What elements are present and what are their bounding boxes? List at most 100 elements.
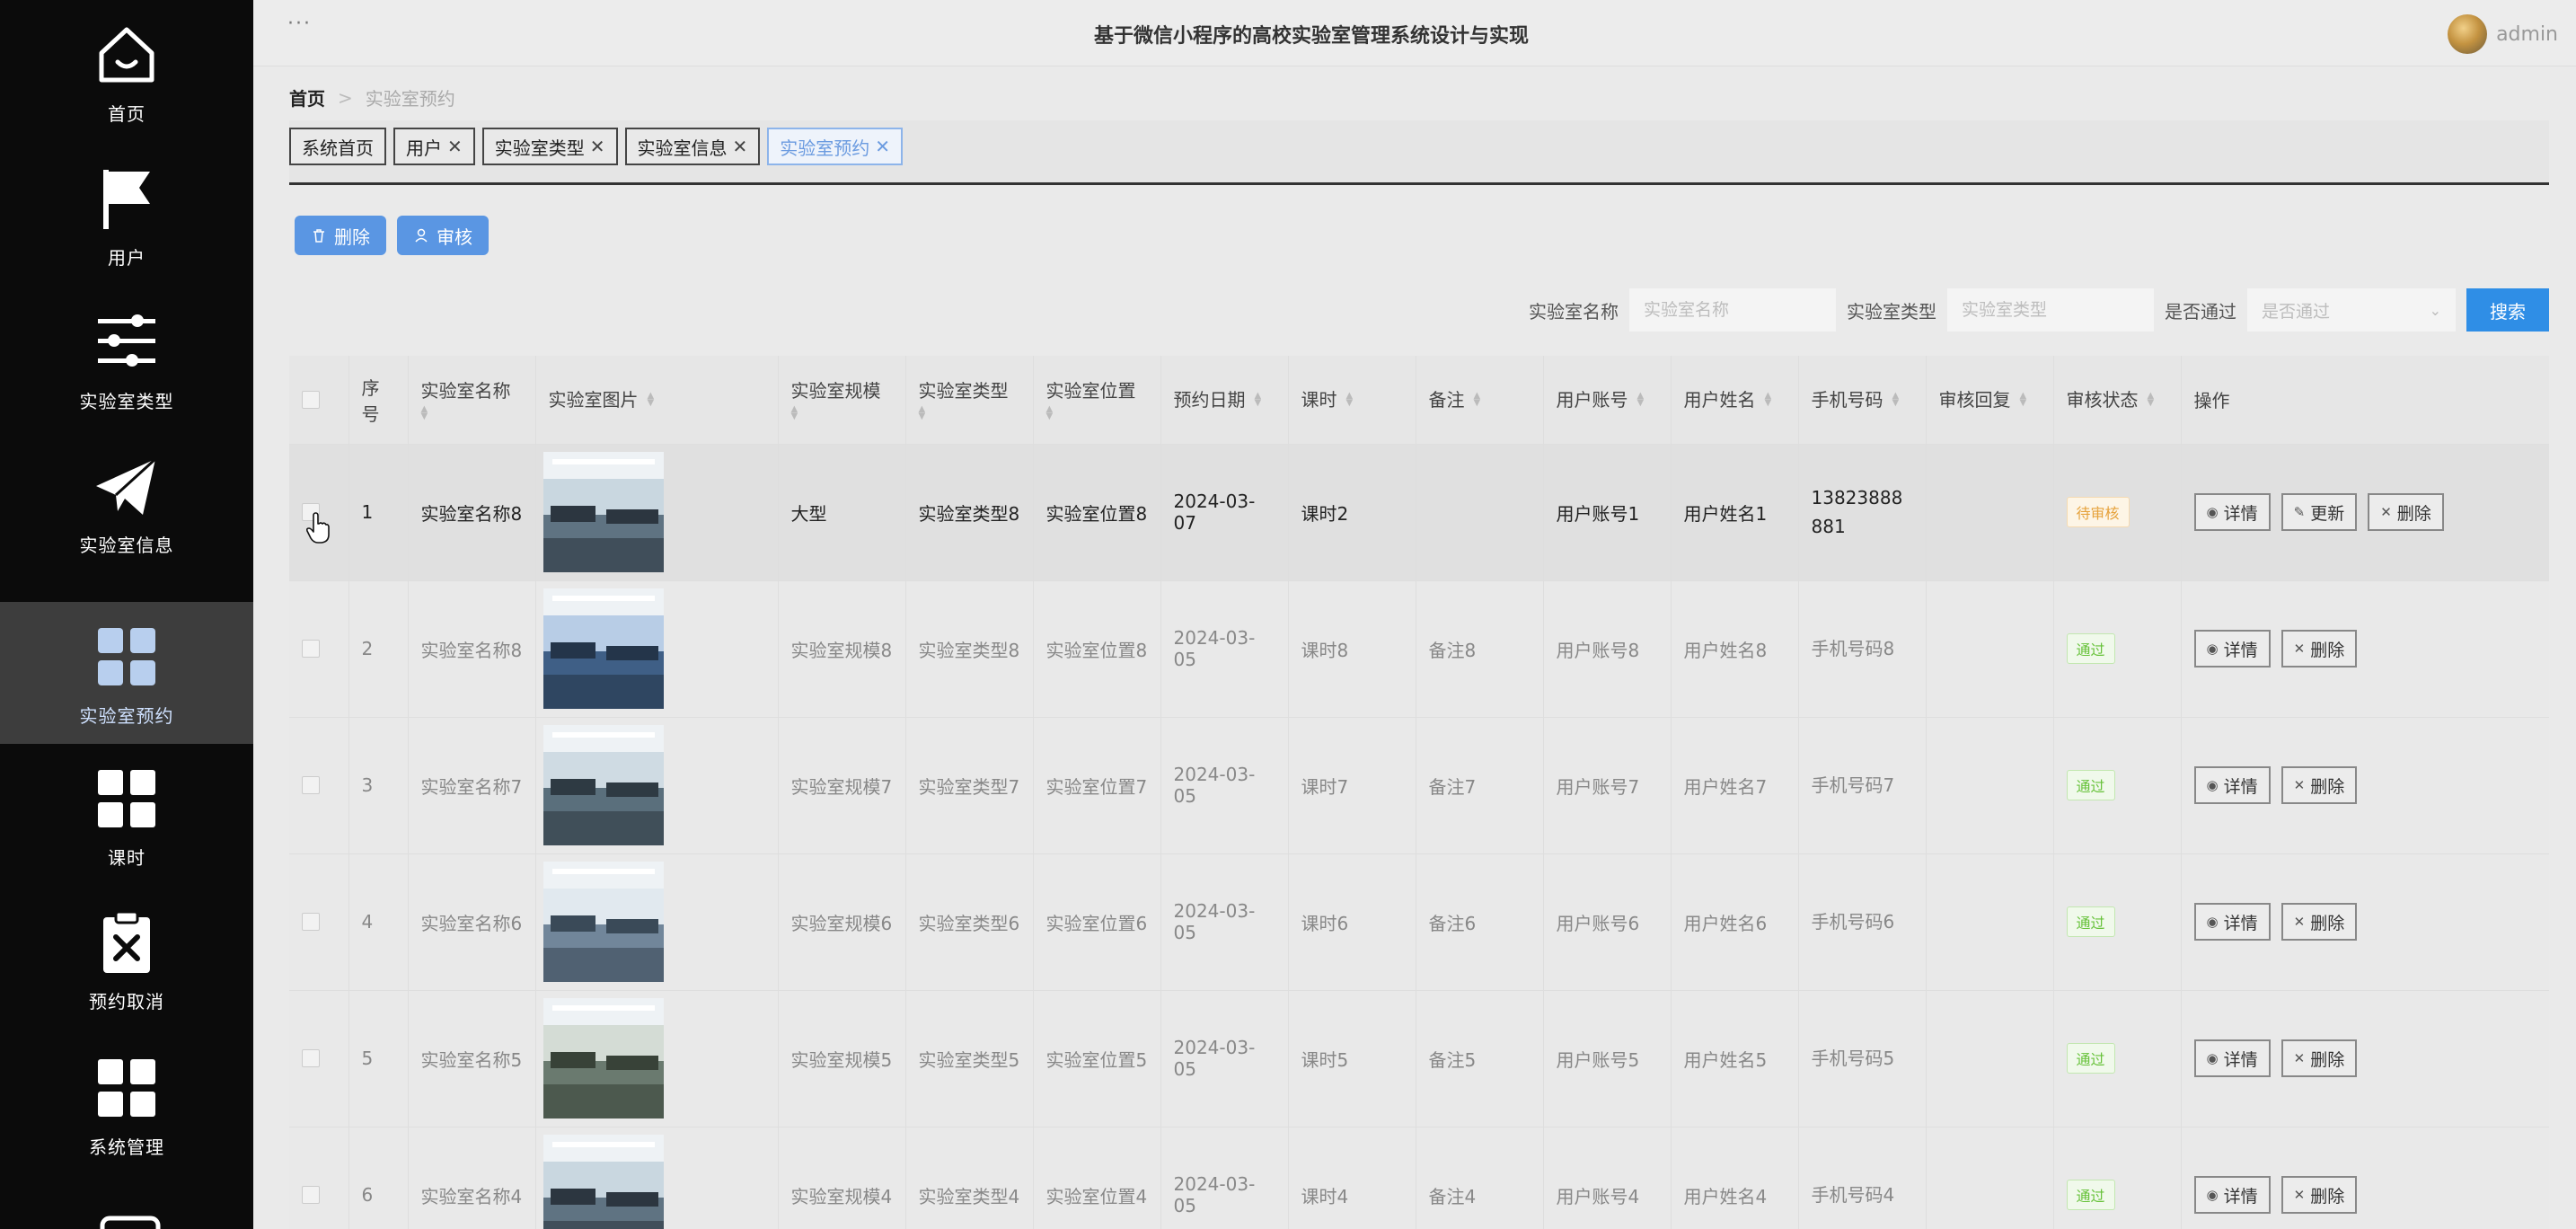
close-icon[interactable]: ✕ <box>590 136 605 157</box>
detail-button[interactable]: ◉ 详情 <box>2193 903 2271 941</box>
table-row[interactable]: 1 实验室名称8 大型 实验室类型8 实验室位置8 2024-03-07 课时2 用户账号1 用… <box>289 444 2549 581</box>
sort-icon[interactable]: ▲ ▼ <box>1474 391 1481 407</box>
cell-date: 2024-03-05 <box>1160 1127 1289 1229</box>
cell-username-value: 用户姓名4 <box>1683 1185 1768 1207</box>
sort-icon[interactable]: ▲ ▼ <box>919 404 926 420</box>
detail-button[interactable]: ◉ 详情 <box>2193 630 2271 668</box>
table-row[interactable]: 5 实验室名称5 实验室规模5 实验室类型5 实验室位置5 2024-03-05 课时5 备注… <box>289 990 2549 1127</box>
cell-scale-value: 实验室规模7 <box>790 775 893 798</box>
lab-image[interactable] <box>543 588 664 709</box>
sidebar-item-lab-booking[interactable]: 实验室预约 <box>0 602 253 744</box>
cell-location: 实验室位置5 <box>1033 990 1161 1127</box>
table-row[interactable]: 2 实验室名称8 实验室规模8 实验室类型8 实验室位置8 2024-03-05 课时8 备注… <box>289 580 2549 718</box>
close-icon: ✕ <box>2293 777 2306 793</box>
cell-ops: ◉ 详情 ✕ 删除 <box>2181 717 2549 854</box>
sort-icon[interactable]: ▲ ▼ <box>2020 391 2027 407</box>
sort-icon[interactable]: ▲ ▼ <box>421 404 428 420</box>
cell-status: 通过 <box>2053 717 2182 854</box>
close-icon[interactable]: ✕ <box>875 136 890 157</box>
delete-button[interactable]: ✕ 删除 <box>2280 630 2358 668</box>
column-header[interactable]: 实验室类型 ▲ ▼ <box>905 356 1034 445</box>
sort-icon[interactable]: ▲ ▼ <box>1892 391 1900 407</box>
cell-status: 待审核 <box>2053 444 2182 581</box>
sidebar-item-cancel-booking[interactable]: 预约取消 <box>0 888 253 1030</box>
sort-icon[interactable]: ▲ ▼ <box>2148 391 2155 407</box>
column-header[interactable]: 课时 ▲ ▼ <box>1288 356 1416 445</box>
tab-users[interactable]: 用户 ✕ <box>393 128 475 165</box>
delete-button[interactable]: ✕ 删除 <box>2368 493 2444 531</box>
sidebar-item-system[interactable]: 系统管理 <box>0 1033 253 1175</box>
grid-icon <box>98 628 155 685</box>
lab-name-input[interactable] <box>1629 288 1836 332</box>
sort-icon[interactable]: ▲ ▼ <box>791 404 798 420</box>
row-checkbox[interactable] <box>302 913 320 931</box>
sort-icon[interactable]: ▲ ▼ <box>1765 391 1772 407</box>
delete-button[interactable]: ✕ 删除 <box>2280 766 2358 804</box>
lab-type-input[interactable] <box>1947 288 2154 332</box>
column-header-label: 实验室规模 <box>790 379 881 402</box>
column-header[interactable]: 实验室位置 ▲ ▼ <box>1033 356 1161 445</box>
delete-button[interactable]: ✕ 删除 <box>2280 1176 2358 1214</box>
detail-button[interactable]: ◉ 详情 <box>2193 1039 2271 1077</box>
user-menu[interactable]: admin <box>2448 14 2558 54</box>
column-header[interactable]: 用户姓名 ▲ ▼ <box>1671 356 1799 445</box>
close-icon[interactable]: ✕ <box>733 136 748 157</box>
column-header[interactable]: 实验室图片 ▲ ▼ <box>535 356 779 445</box>
tab-lab-info[interactable]: 实验室信息 ✕ <box>624 128 761 165</box>
grid-icon <box>98 1059 155 1117</box>
lab-image[interactable] <box>543 998 664 1118</box>
audit-button[interactable]: 审核 <box>397 216 489 255</box>
sidebar-item-users[interactable]: 用户 <box>0 144 253 286</box>
tab-lab-booking[interactable]: 实验室预约 ✕ <box>767 128 904 165</box>
sort-icon[interactable]: ▲ ▼ <box>648 391 655 407</box>
tab-lab-types[interactable]: 实验室类型 ✕ <box>481 128 618 165</box>
bulk-delete-button[interactable]: 删除 <box>295 216 386 255</box>
cell-location-value: 实验室位置4 <box>1045 1185 1148 1207</box>
sidebar-item-home[interactable]: 首页 <box>0 0 253 142</box>
column-header[interactable]: 实验室名称 ▲ ▼ <box>408 356 536 445</box>
row-checkbox[interactable] <box>302 640 320 658</box>
booking-table: 序号 实验室名称 ▲ ▼ 实验室图片 ▲ ▼ 实验室规模 ▲ ▼ 实验室类型 ▲ ▼ 实验室位置… <box>289 356 2549 1229</box>
column-header[interactable]: 手机号码 ▲ ▼ <box>1798 356 1927 445</box>
row-checkbox[interactable] <box>302 1049 320 1067</box>
lab-image[interactable] <box>543 1135 664 1229</box>
delete-button[interactable]: ✕ 删除 <box>2280 1039 2358 1077</box>
table-row[interactable]: 6 实验室名称4 实验室规模4 实验室类型4 实验室位置4 2024-03-05 课时4 备注… <box>289 1127 2549 1229</box>
cell-scale: 大型 <box>778 444 906 581</box>
sort-icon[interactable]: ▲ ▼ <box>1255 391 1262 407</box>
sidebar-item-lab-info[interactable]: 实验室信息 <box>0 431 253 573</box>
sidebar-item-periods[interactable]: 课时 <box>0 744 253 886</box>
delete-button[interactable]: ✕ 删除 <box>2280 903 2358 941</box>
lab-image[interactable] <box>543 452 664 572</box>
select-all-checkbox[interactable] <box>302 390 320 409</box>
column-header[interactable]: 实验室规模 ▲ ▼ <box>778 356 906 445</box>
update-button[interactable]: ✎ 更新 <box>2280 493 2358 531</box>
close-icon[interactable]: ✕ <box>447 136 463 157</box>
lab-image[interactable] <box>543 862 664 982</box>
sidebar-item-lab-types[interactable]: 实验室类型 <box>0 287 253 429</box>
sort-icon[interactable]: ▲ ▼ <box>1637 391 1645 407</box>
table-row[interactable]: 3 实验室名称7 实验室规模7 实验室类型7 实验室位置7 2024-03-05 课时7 备注… <box>289 717 2549 854</box>
row-checkbox[interactable] <box>302 776 320 794</box>
tab-system-home[interactable]: 系统首页 <box>289 128 386 165</box>
column-header[interactable]: 审核状态 ▲ ▼ <box>2053 356 2182 445</box>
lab-image[interactable] <box>543 725 664 845</box>
column-header[interactable]: 审核回复 ▲ ▼ <box>1926 356 2054 445</box>
sort-icon[interactable]: ▲ ▼ <box>1346 391 1354 407</box>
detail-button[interactable]: ◉ 详情 <box>2193 493 2271 531</box>
column-header-label: 预约日期 <box>1173 388 1246 411</box>
column-header[interactable]: 备注 ▲ ▼ <box>1416 356 1544 445</box>
detail-button[interactable]: ◉ 详情 <box>2193 766 2271 804</box>
row-checkbox[interactable] <box>302 1186 320 1204</box>
table-row[interactable]: 4 实验室名称6 实验室规模6 实验室类型6 实验室位置6 2024-03-05 课时6 备注… <box>289 853 2549 991</box>
column-header[interactable]: 用户账号 ▲ ▼ <box>1543 356 1672 445</box>
cell-index: 1 <box>348 444 409 581</box>
cell-reply <box>1926 1127 2054 1229</box>
pass-select[interactable]: 是否通过 ⌄ <box>2247 288 2456 332</box>
search-button[interactable]: 搜索 <box>2466 288 2549 332</box>
cell-remark-value: 备注6 <box>1428 912 1477 934</box>
detail-button[interactable]: ◉ 详情 <box>2193 1176 2271 1214</box>
breadcrumb-home[interactable]: 首页 <box>289 84 325 111</box>
sort-icon[interactable]: ▲ ▼ <box>1046 404 1054 420</box>
column-header[interactable]: 预约日期 ▲ ▼ <box>1160 356 1289 445</box>
